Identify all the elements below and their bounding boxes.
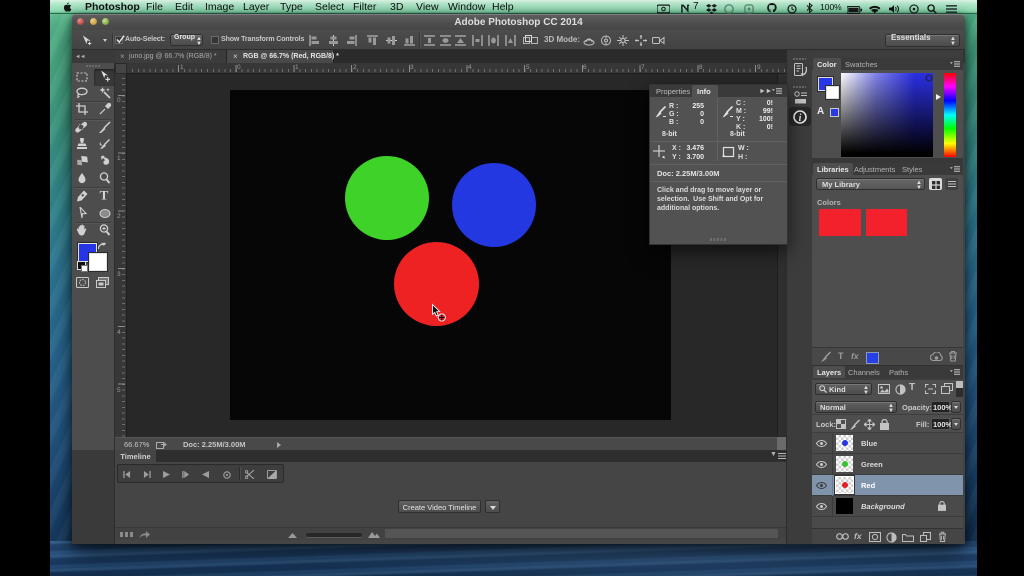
svg-text:T: T bbox=[100, 189, 109, 201]
svg-text:i: i bbox=[799, 113, 802, 124]
